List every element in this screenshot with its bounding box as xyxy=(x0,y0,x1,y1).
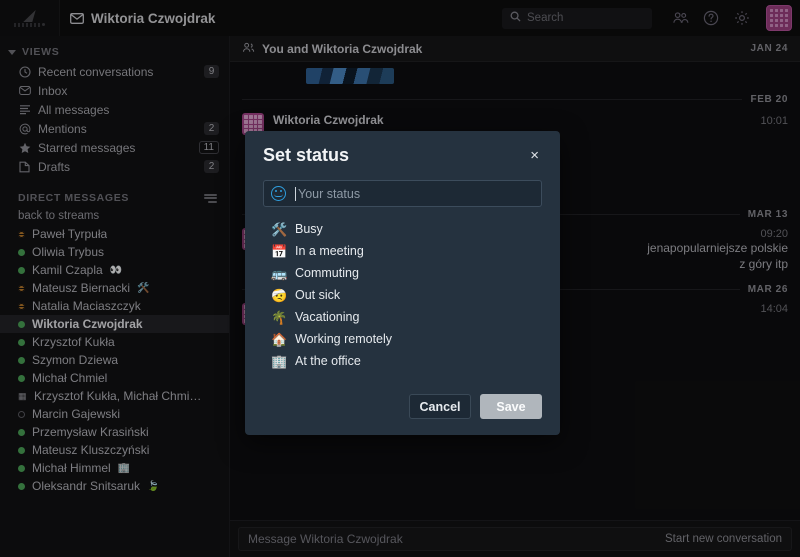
status-option-emoji: 🚌 xyxy=(271,265,288,281)
status-option-emoji: 📅 xyxy=(271,243,288,259)
cancel-button[interactable]: Cancel xyxy=(409,394,471,419)
status-option-working-remotely[interactable]: 🏠 Working remotely xyxy=(267,328,542,350)
status-option-busy[interactable]: 🛠️ Busy xyxy=(267,218,542,240)
status-option-emoji: 🛠️ xyxy=(271,221,288,237)
status-option-emoji: 🏢 xyxy=(271,353,288,369)
text-cursor xyxy=(295,186,296,201)
status-option-label: Vacationing xyxy=(295,310,360,324)
status-option-emoji: 🤕 xyxy=(271,287,288,303)
status-option-label: Out sick xyxy=(295,288,341,302)
status-option-label: In a meeting xyxy=(295,244,364,258)
smiley-icon[interactable] xyxy=(271,186,286,201)
modal-actions: Cancel Save xyxy=(263,394,542,419)
close-icon[interactable]: × xyxy=(527,146,542,165)
status-option-out-sick[interactable]: 🤕 Out sick xyxy=(267,284,542,306)
status-option-label: At the office xyxy=(295,354,361,368)
modal-title: Set status xyxy=(263,145,350,165)
status-options-list: 🛠️ Busy 📅 In a meeting 🚌 Commuting 🤕 Out sick 🌴 V… xyxy=(267,218,542,372)
status-option-label: Commuting xyxy=(295,266,359,280)
save-button[interactable]: Save xyxy=(480,394,542,419)
status-option-label: Working remotely xyxy=(295,332,393,346)
app-root: Wiktoria Czwojdrak Search VIEWS Recent c… xyxy=(0,0,800,557)
status-option-emoji: 🏠 xyxy=(271,331,288,347)
status-input[interactable]: Your status xyxy=(263,180,542,207)
modal-header: Set status × xyxy=(263,145,542,166)
status-option-emoji: 🌴 xyxy=(271,309,288,325)
status-input-placeholder: Your status xyxy=(298,186,361,201)
set-status-modal: Set status × Your status 🛠️ Busy 📅 In a mee… xyxy=(245,131,560,435)
status-option-label: Busy xyxy=(295,222,323,236)
status-option-in-a-meeting[interactable]: 📅 In a meeting xyxy=(267,240,542,262)
status-option-commuting[interactable]: 🚌 Commuting xyxy=(267,262,542,284)
status-option-vacationing[interactable]: 🌴 Vacationing xyxy=(267,306,542,328)
status-option-at-the-office[interactable]: 🏢 At the office xyxy=(267,350,542,372)
